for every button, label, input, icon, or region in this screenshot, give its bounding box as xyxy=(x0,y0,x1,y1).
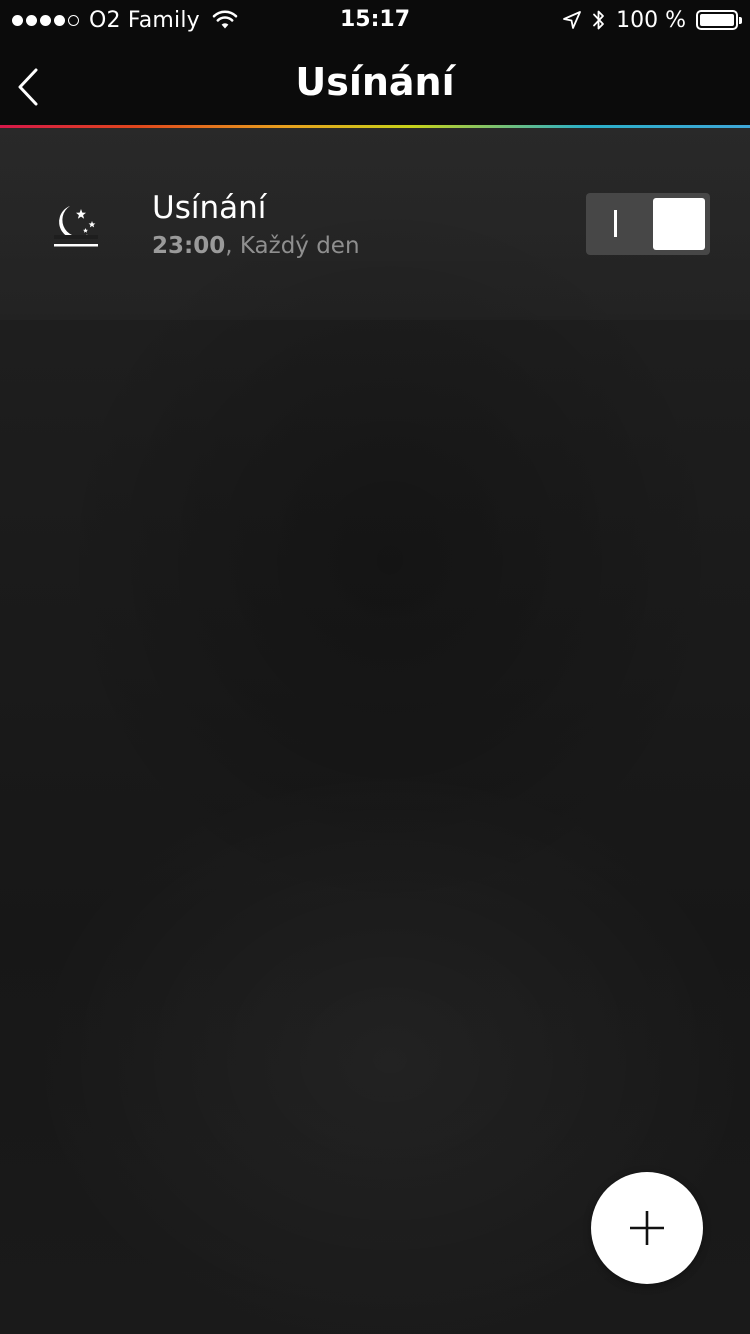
bluetooth-icon xyxy=(593,10,605,30)
plus-icon xyxy=(630,1211,664,1245)
routine-separator: , xyxy=(225,233,240,259)
page-title: Usínání xyxy=(295,60,455,104)
battery-icon xyxy=(696,10,742,30)
chevron-left-icon xyxy=(18,68,38,106)
toggle-on-mark xyxy=(614,210,617,237)
add-routine-button[interactable] xyxy=(591,1172,703,1284)
routine-row[interactable]: Usínání 23:00, Každý den xyxy=(0,128,750,320)
toggle-knob[interactable] xyxy=(653,198,705,250)
routine-title: Usínání xyxy=(152,190,267,226)
moon-stars-icon xyxy=(54,206,98,247)
routine-toggle[interactable] xyxy=(586,193,710,255)
screen: O2 Family 15:17 100 % Usínání Usínání 23… xyxy=(0,0,750,1334)
status-right: 100 % xyxy=(562,0,742,40)
routine-time: 23:00 xyxy=(152,233,226,259)
battery-percentage: 100 % xyxy=(616,7,686,33)
routine-schedule: 23:00, Každý den xyxy=(152,231,360,261)
status-bar: O2 Family 15:17 100 % xyxy=(0,0,750,40)
routine-repeat: Každý den xyxy=(239,233,360,259)
back-button[interactable] xyxy=(6,60,50,114)
location-arrow-icon xyxy=(563,11,582,29)
nav-bar: Usínání xyxy=(0,40,750,125)
